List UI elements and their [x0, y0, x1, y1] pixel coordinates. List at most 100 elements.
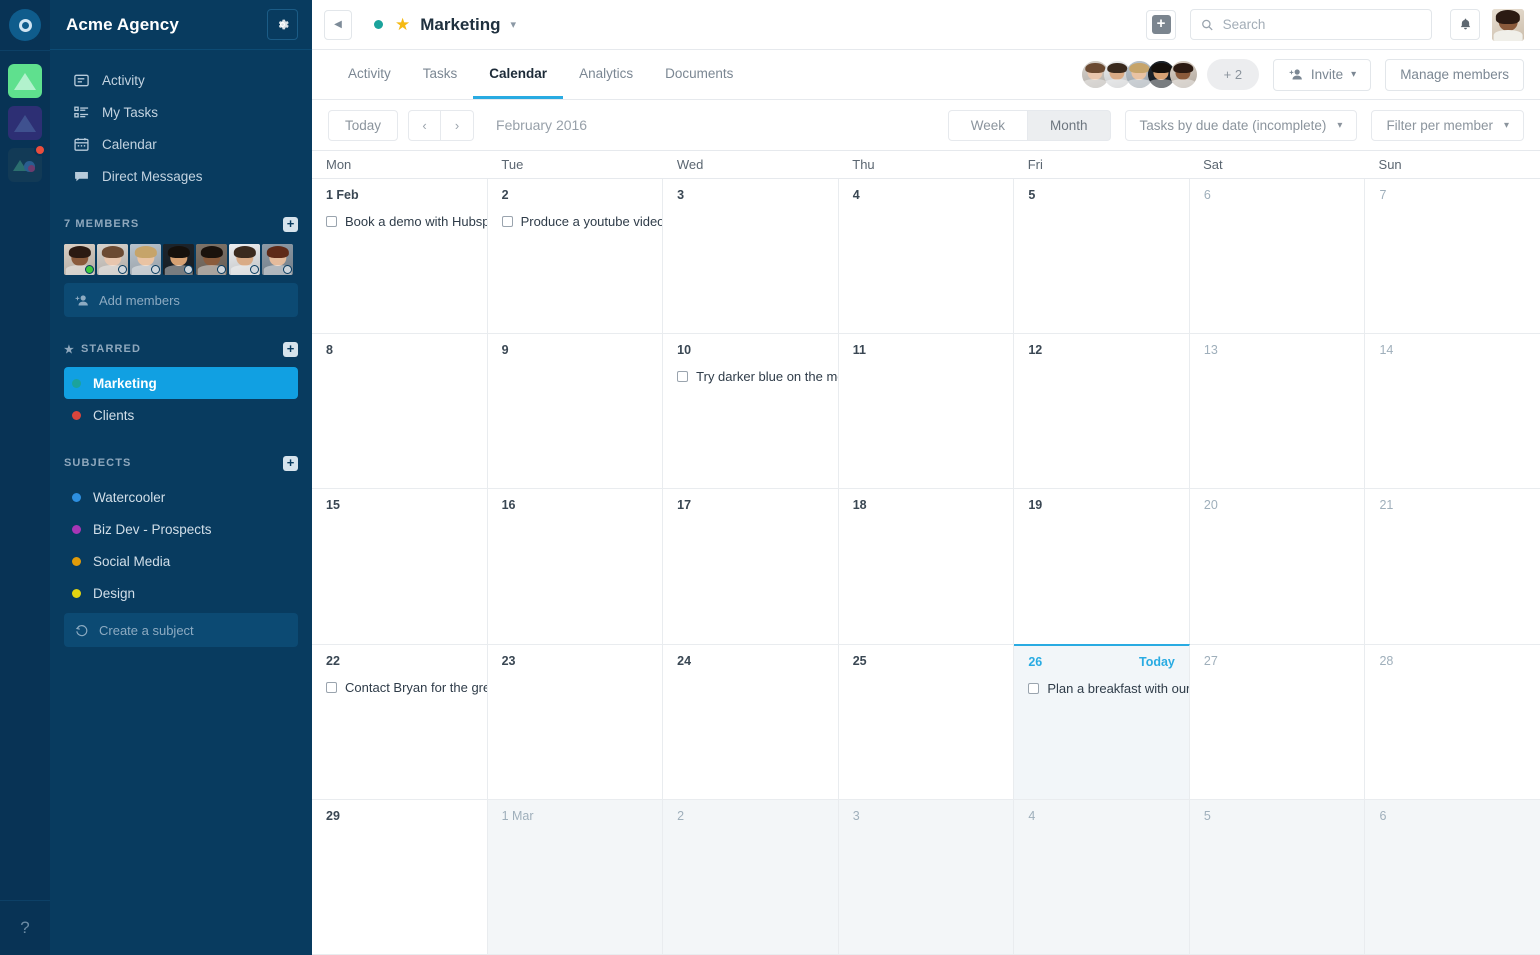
today-button[interactable]: Today	[328, 109, 399, 141]
filter-per-member-dropdown[interactable]: Filter per member ▾	[1371, 109, 1524, 141]
calendar-day-cell[interactable]: 25	[839, 644, 1015, 799]
tab-activity[interactable]: Activity	[332, 50, 407, 99]
create-subject-button[interactable]: Create a subject	[64, 613, 298, 647]
calendar-day-cell[interactable]: 12	[1014, 334, 1190, 489]
avatar[interactable]	[196, 244, 227, 275]
calendar-day-cell[interactable]: 1 Mar	[487, 799, 664, 955]
calendar-day-cell[interactable]: 5	[1189, 799, 1366, 955]
calendar-day-cell[interactable]: 26Today Plan a breakfast with our partner…	[1014, 643, 1190, 799]
unread-badge	[34, 144, 46, 156]
collapse-sidebar-button[interactable]: ◀	[324, 9, 352, 40]
sidebar-item-biz-dev-prospects[interactable]: Biz Dev - Prospects	[64, 513, 298, 545]
calendar-day-cell[interactable]: 2	[663, 799, 839, 955]
calendar-day-cell[interactable]: 20	[1190, 489, 1366, 644]
add-starred-button[interactable]: +	[283, 341, 298, 357]
tab-documents[interactable]: Documents	[649, 50, 749, 99]
sidebar-item-clients[interactable]: Clients	[64, 399, 298, 431]
calendar-day-cell[interactable]: 10 Try darker blue on the mobile app	[663, 334, 839, 489]
calendar-day-cell[interactable]: 7	[1365, 179, 1540, 333]
sidebar-item-design[interactable]: Design	[64, 577, 298, 609]
calendar-day-cell[interactable]: 4	[839, 179, 1015, 334]
workspace-green[interactable]	[8, 64, 42, 98]
search-input[interactable]	[1222, 17, 1421, 32]
calendar-day-cell[interactable]: 3	[663, 179, 839, 334]
task-item[interactable]: Contact Bryan for the greeting card desi…	[312, 680, 487, 695]
calendar-day-cell[interactable]: 11	[839, 334, 1015, 489]
app-logo[interactable]	[0, 0, 50, 50]
invite-button[interactable]: Invite ▾	[1272, 58, 1372, 91]
calendar-day-cell[interactable]: 28	[1365, 645, 1540, 799]
manage-members-button[interactable]: Manage members	[1385, 58, 1524, 91]
add-button[interactable]: +	[1146, 9, 1176, 40]
task-item[interactable]: Plan a breakfast with our partners	[1014, 681, 1189, 696]
calendar-day-cell[interactable]: 6	[1190, 179, 1366, 334]
prev-month-button[interactable]: ‹	[408, 109, 442, 141]
calendar-day-cell[interactable]: 14	[1365, 334, 1540, 488]
sidebar-item-calendar[interactable]: Calendar	[64, 128, 298, 160]
calendar-day-cell[interactable]: 1 Feb Book a demo with Hubspot	[312, 179, 488, 334]
task-checkbox[interactable]	[326, 681, 337, 693]
calendar-day-cell[interactable]: 29	[312, 799, 488, 955]
calendar-day-cell[interactable]: 5	[1014, 179, 1190, 334]
task-checkbox[interactable]	[501, 216, 513, 227]
calendar-day-cell[interactable]: 17	[663, 489, 839, 644]
view-month-button[interactable]: Month	[1028, 109, 1111, 141]
grouping-dropdown[interactable]: Tasks by due date (incomplete) ▾	[1124, 109, 1358, 141]
calendar-day-cell[interactable]: 8	[312, 334, 488, 489]
calendar-day-cell[interactable]: 21	[1365, 489, 1540, 643]
task-checkbox[interactable]	[1028, 682, 1040, 694]
calendar-day-cell[interactable]: 27	[1190, 644, 1366, 799]
chevron-down-icon[interactable]: ▾	[511, 18, 517, 31]
calendar-day-cell[interactable]: 19	[1014, 489, 1190, 644]
calendar-day-cell[interactable]: 2 Produce a youtube video for the new pro…	[488, 179, 664, 334]
calendar-day-cell[interactable]: 6	[1365, 799, 1540, 955]
task-item[interactable]: Book a demo with Hubspot	[312, 214, 487, 229]
help-button[interactable]: ?	[0, 900, 50, 955]
member-avatar-stack[interactable]	[1079, 59, 1199, 90]
calendar-day-cell[interactable]: 9	[488, 334, 664, 489]
tab-tasks[interactable]: Tasks	[407, 50, 474, 99]
task-item[interactable]: Produce a youtube video for the new prod…	[488, 214, 662, 229]
avatar[interactable]	[1167, 59, 1199, 90]
star-icon[interactable]: ★	[395, 15, 410, 35]
avatar[interactable]	[130, 244, 161, 275]
add-members-input[interactable]: Add members	[64, 283, 298, 317]
avatar[interactable]	[262, 244, 293, 275]
settings-button[interactable]	[267, 9, 298, 40]
avatar[interactable]	[163, 244, 194, 275]
calendar-day-cell[interactable]: 23	[488, 644, 664, 799]
members-overflow-badge[interactable]: + 2	[1206, 59, 1259, 90]
avatar[interactable]	[64, 244, 95, 275]
sidebar-item-direct-messages[interactable]: Direct Messages	[64, 160, 298, 192]
search-box[interactable]	[1190, 9, 1432, 40]
task-checkbox[interactable]	[326, 216, 337, 227]
sidebar-item-social-media[interactable]: Social Media	[64, 545, 298, 577]
task-checkbox[interactable]	[677, 371, 689, 383]
notifications-button[interactable]	[1450, 9, 1480, 40]
calendar-week-row: 1 Feb Book a demo with Hubspot 2 Produce a …	[312, 179, 1540, 335]
sidebar-item-watercooler[interactable]: Watercooler	[64, 481, 298, 513]
avatar[interactable]	[97, 244, 128, 275]
calendar-day-cell[interactable]: 13	[1190, 334, 1366, 489]
current-user-avatar[interactable]	[1492, 8, 1524, 41]
calendar-day-cell[interactable]: 24	[663, 644, 839, 799]
sidebar-item-activity[interactable]: Activity	[64, 64, 298, 96]
task-item[interactable]: Try darker blue on the mobile app	[663, 369, 838, 384]
calendar-day-cell[interactable]: 3	[838, 799, 1015, 955]
sidebar-item-my-tasks[interactable]: My Tasks	[64, 96, 298, 128]
add-member-button[interactable]: +	[283, 216, 298, 232]
calendar-day-cell[interactable]: 22 Contact Bryan for the greeting card de…	[312, 644, 488, 799]
calendar-day-cell[interactable]: 15	[312, 489, 488, 644]
calendar-day-cell[interactable]: 18	[839, 489, 1015, 644]
calendar-day-cell[interactable]: 16	[488, 489, 664, 644]
tab-calendar[interactable]: Calendar	[473, 50, 564, 99]
add-subject-button[interactable]: +	[283, 455, 298, 471]
view-week-button[interactable]: Week	[947, 109, 1029, 141]
next-month-button[interactable]: ›	[441, 109, 475, 141]
workspace-dark[interactable]	[8, 144, 46, 182]
tab-analytics[interactable]: Analytics	[563, 50, 649, 99]
calendar-day-cell[interactable]: 4	[1014, 799, 1190, 955]
avatar[interactable]	[229, 244, 260, 275]
sidebar-item-marketing[interactable]: Marketing	[64, 367, 298, 399]
workspace-indigo[interactable]	[8, 106, 42, 140]
